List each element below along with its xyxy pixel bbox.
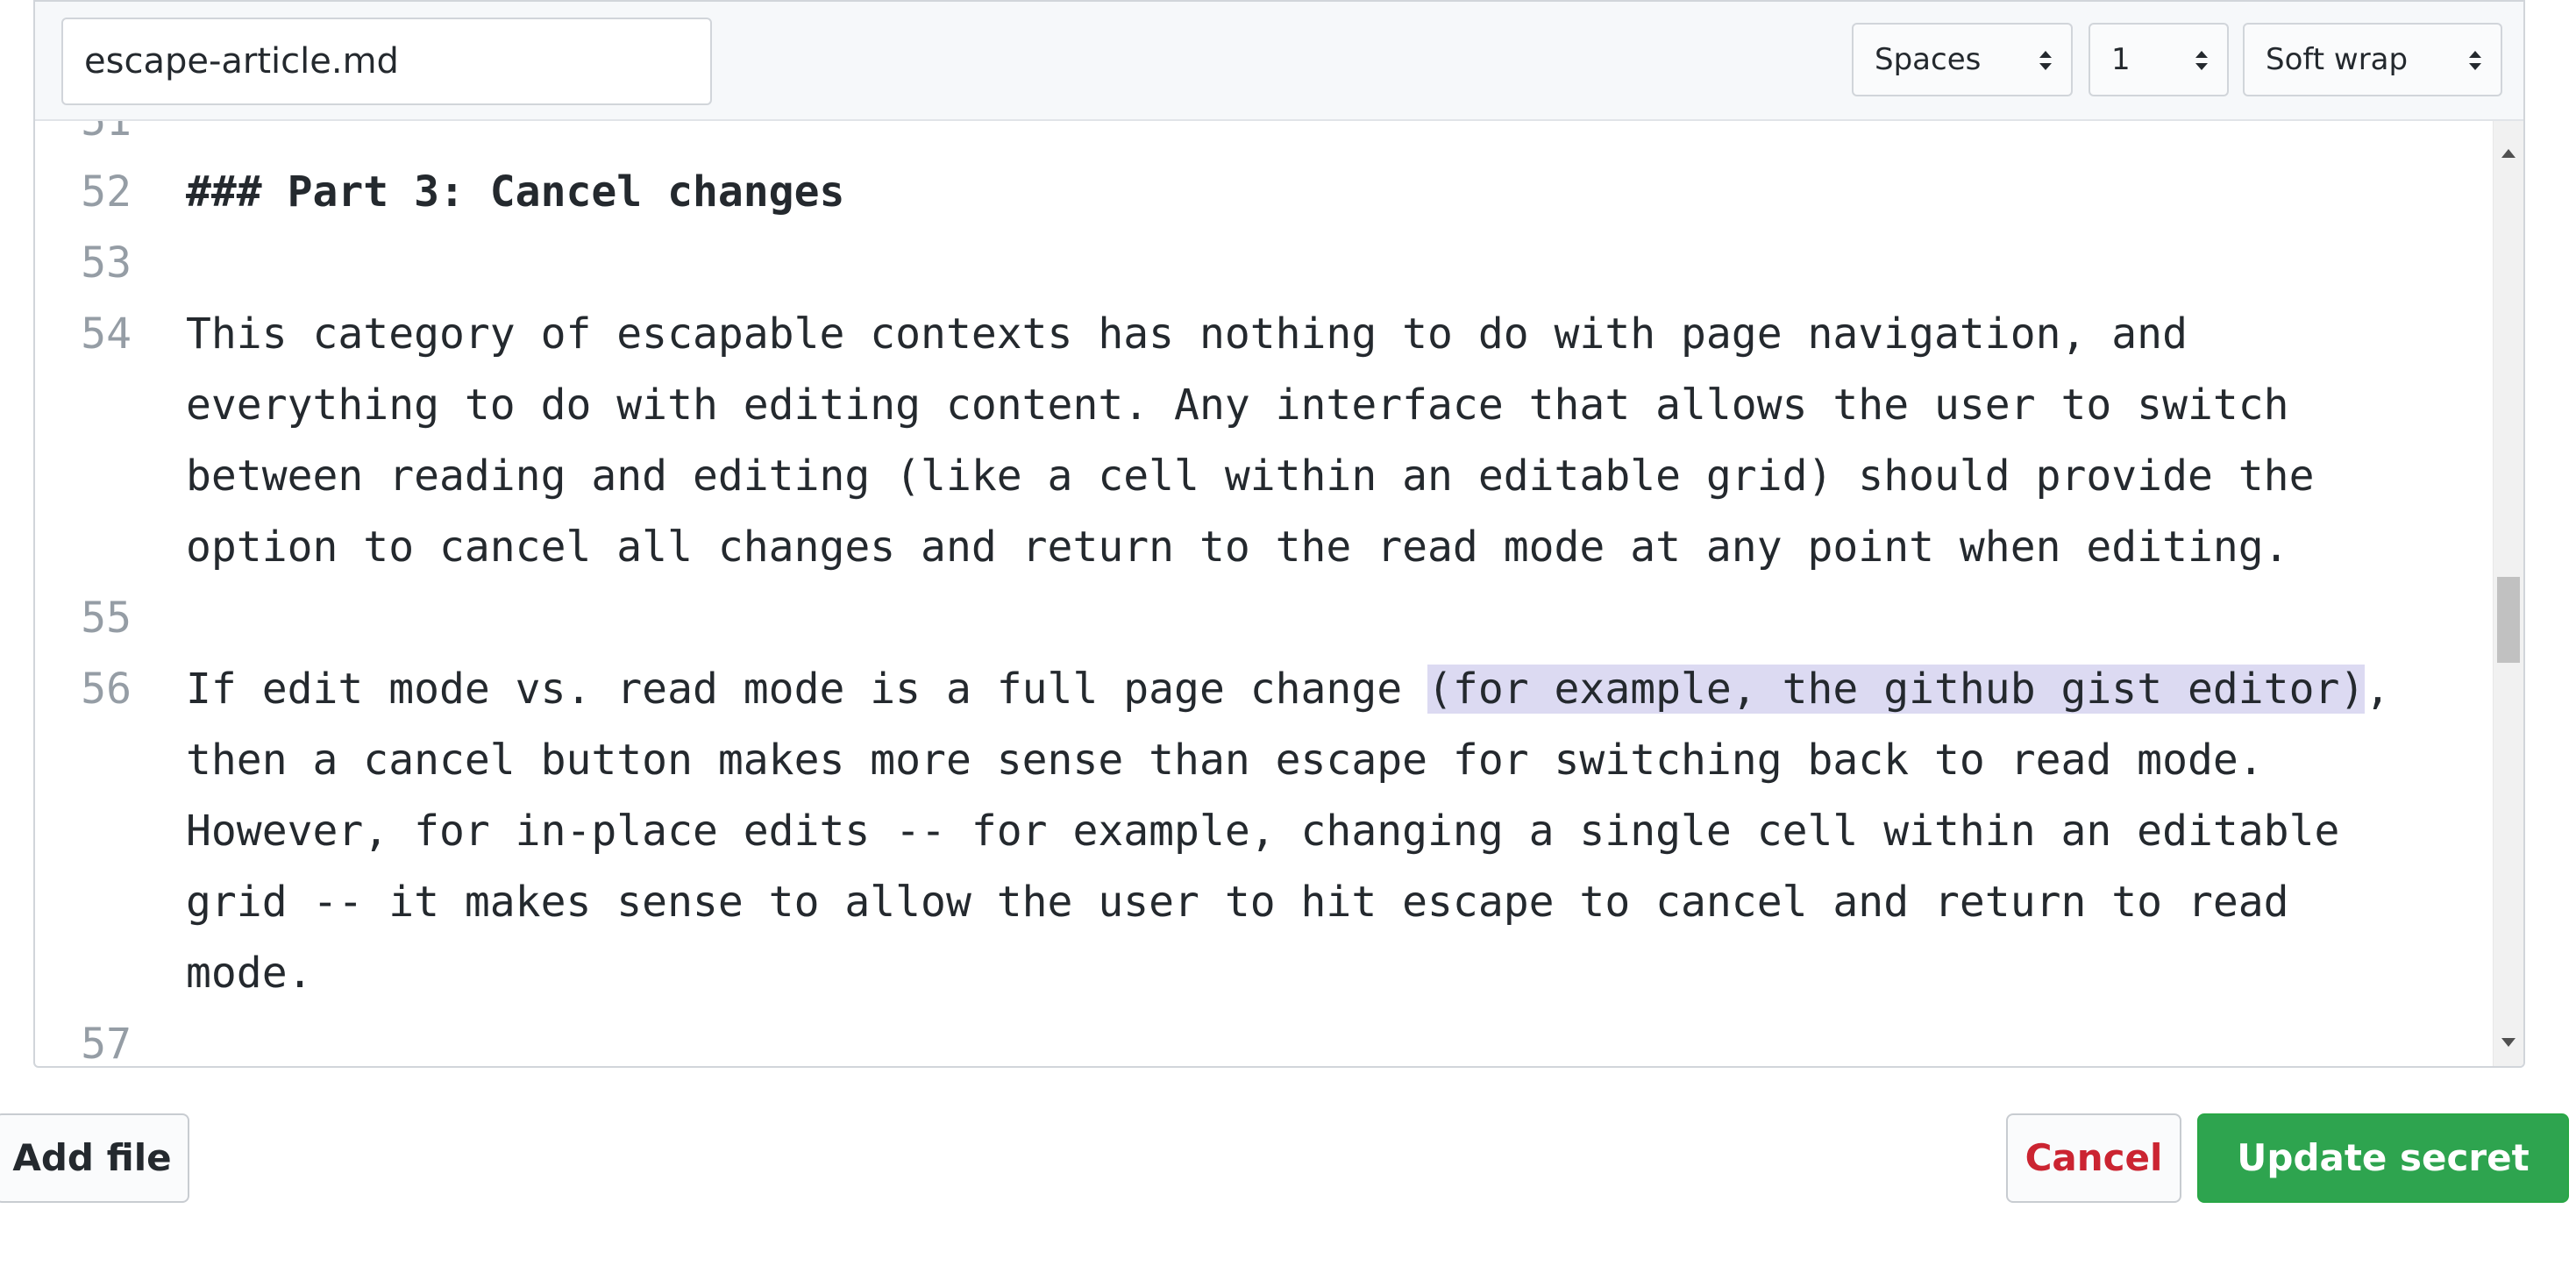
indent-size-value: 1 bbox=[2111, 42, 2131, 77]
line-number: 52 bbox=[81, 167, 132, 217]
line-number: 51 bbox=[81, 121, 132, 146]
line-number: 54 bbox=[81, 309, 132, 359]
code-line: option to cancel all changes and return … bbox=[186, 523, 2289, 572]
update-secret-gist-button[interactable]: Update secret gist bbox=[2197, 1113, 2569, 1265]
scrollbar-thumb[interactable] bbox=[2497, 577, 2520, 663]
wrap-mode-value: Soft wrap bbox=[2266, 42, 2409, 77]
indent-mode-select[interactable]: Spaces bbox=[1852, 23, 2073, 96]
vertical-scrollbar[interactable] bbox=[2493, 121, 2523, 1066]
filename-input[interactable]: escape-article.md bbox=[61, 18, 712, 105]
wrap-mode-select[interactable]: Soft wrap bbox=[2243, 23, 2502, 96]
code-line: between reading and editing (like a cell… bbox=[186, 452, 2315, 501]
code-line: ### Part 3: Cancel changes bbox=[186, 167, 845, 217]
code-editor[interactable]: 51 52 53 54 55 56 57 ### Part 3: Cancel … bbox=[35, 121, 2523, 1068]
add-file-button[interactable]: Add file bbox=[0, 1113, 189, 1203]
select-caret-icon bbox=[2195, 51, 2208, 70]
code-line: If edit mode vs. read mode is a full pag… bbox=[186, 654, 2390, 725]
scroll-up-icon[interactable] bbox=[2501, 149, 2516, 158]
code-line: This category of escapable contexts has … bbox=[186, 309, 2188, 359]
text-selection: (for example, the github gist editor) bbox=[1427, 665, 2366, 714]
select-caret-icon bbox=[2469, 51, 2481, 70]
select-caret-icon bbox=[2039, 51, 2052, 70]
code-text: , bbox=[2365, 665, 2391, 714]
indent-mode-value: Spaces bbox=[1875, 42, 1982, 77]
line-number: 55 bbox=[81, 594, 132, 643]
scroll-down-icon[interactable] bbox=[2501, 1038, 2516, 1047]
code-line: grid -- it makes sense to allow the user… bbox=[186, 878, 2289, 927]
file-header: escape-article.md Spaces 1 Soft wrap bbox=[35, 2, 2523, 121]
code-line: However, for in-place edits -- for examp… bbox=[186, 807, 2340, 856]
line-number: 57 bbox=[81, 1020, 132, 1068]
indent-size-select[interactable]: 1 bbox=[2089, 23, 2229, 96]
line-number: 56 bbox=[81, 665, 132, 714]
code-line: everything to do with editing content. A… bbox=[186, 380, 2289, 430]
line-number: 53 bbox=[81, 238, 132, 288]
code-text: If edit mode vs. read mode is a full pag… bbox=[186, 665, 1428, 714]
cancel-button[interactable]: Cancel bbox=[2006, 1113, 2181, 1203]
code-line: then a cancel button makes more sense th… bbox=[186, 736, 2264, 785]
gist-file-editor: escape-article.md Spaces 1 Soft wrap 51 … bbox=[33, 0, 2525, 1068]
code-line: mode. bbox=[186, 949, 313, 998]
